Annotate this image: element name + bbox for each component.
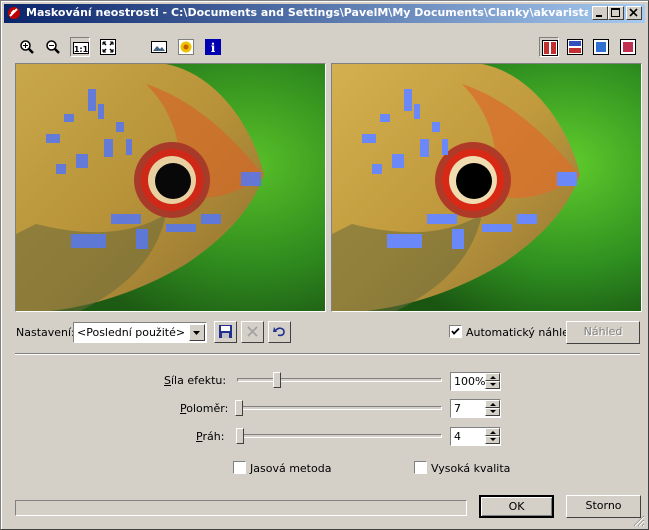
- fish-image-result: [332, 64, 641, 311]
- radius-slider-track[interactable]: [237, 406, 442, 410]
- image-button[interactable]: [149, 37, 169, 57]
- actual-size-icon: 1:1: [73, 42, 89, 54]
- strength-slider-thumb[interactable]: [273, 372, 281, 388]
- luminance-label: Jasová metoda: [250, 462, 332, 475]
- minimize-button[interactable]: [592, 6, 608, 20]
- zoom-in-icon: [20, 40, 34, 54]
- strength-label: Síla efektu:: [164, 374, 227, 387]
- dialog-window: Maskování neostrosti - C:\Documents and …: [0, 0, 649, 530]
- result-only-button[interactable]: [618, 37, 638, 57]
- threshold-slider-thumb[interactable]: [236, 428, 244, 444]
- split-horizontal-button[interactable]: [565, 37, 585, 57]
- cancel-button[interactable]: Storno: [566, 495, 641, 518]
- info-icon: i: [205, 39, 221, 55]
- progress-bar: [15, 500, 467, 516]
- combo-arrow-button[interactable]: [189, 324, 205, 341]
- split-horizontal-icon: [567, 39, 583, 55]
- strength-slider-track[interactable]: [237, 378, 442, 382]
- radius-value: 7: [454, 402, 461, 415]
- auto-preview-checkbox[interactable]: [449, 325, 462, 338]
- original-only-icon: [593, 39, 609, 55]
- original-only-button[interactable]: [591, 37, 611, 57]
- undo-icon: [273, 327, 285, 337]
- save-preset-button[interactable]: [214, 321, 237, 343]
- delete-icon: [247, 326, 258, 337]
- app-icon: [8, 7, 20, 19]
- info-label: i: [211, 41, 216, 55]
- result-only-icon: [620, 39, 636, 55]
- threshold-spin-down[interactable]: [485, 436, 500, 444]
- high-quality-label: Vysoká kvalita: [431, 462, 511, 475]
- strength-label-rest: íla efektu:: [170, 374, 227, 387]
- actual-size-label: 1:1: [74, 45, 89, 54]
- split-vertical-icon: [542, 40, 558, 56]
- flower-button[interactable]: [176, 37, 196, 57]
- luminance-checkbox[interactable]: [233, 461, 246, 474]
- radius-label: Poloměr:: [180, 402, 229, 415]
- ok-button[interactable]: OK: [479, 495, 554, 518]
- radius-label-rest: oloměr:: [186, 402, 229, 415]
- actual-size-button[interactable]: 1:1: [70, 37, 90, 57]
- zoom-in-button[interactable]: [17, 37, 37, 57]
- threshold-label: Práh:: [196, 430, 225, 443]
- close-icon: [629, 8, 638, 17]
- radius-slider-thumb[interactable]: [235, 400, 243, 416]
- radius-spin-up[interactable]: [485, 400, 500, 408]
- fit-to-window-button[interactable]: [98, 37, 118, 57]
- preset-combobox[interactable]: <Poslední použité>: [73, 322, 207, 343]
- zoom-out-button[interactable]: [43, 37, 63, 57]
- threshold-label-rest: ráh:: [202, 430, 225, 443]
- image-icon: [151, 41, 167, 53]
- zoom-out-icon: [46, 40, 60, 54]
- strength-spin-down[interactable]: [485, 381, 500, 389]
- reset-button[interactable]: [268, 321, 291, 343]
- fish-image-original: [16, 64, 325, 311]
- split-vertical-button[interactable]: [539, 37, 559, 57]
- threshold-value: 4: [454, 430, 461, 443]
- strength-spin-up[interactable]: [485, 373, 500, 381]
- strength-value: 100%: [454, 375, 486, 388]
- original-preview[interactable]: [15, 63, 326, 312]
- maximize-icon: [611, 8, 620, 17]
- flower-icon: [178, 39, 194, 55]
- auto-preview-label: Automatický náhled: [466, 326, 576, 339]
- minimize-icon: [596, 15, 602, 17]
- preview-button[interactable]: Náhled: [566, 321, 640, 344]
- fit-to-window-icon: [100, 39, 116, 55]
- maximize-button[interactable]: [608, 6, 624, 20]
- threshold-slider-track[interactable]: [237, 434, 442, 438]
- chevron-down-icon: [193, 331, 200, 335]
- info-button[interactable]: i: [203, 37, 223, 57]
- title-bar[interactable]: Maskování neostrosti - C:\Documents and …: [4, 4, 645, 23]
- threshold-spinbox[interactable]: 4: [450, 427, 501, 446]
- strength-spinbox[interactable]: 100%: [450, 372, 501, 391]
- save-icon: [219, 325, 232, 338]
- separator: [15, 353, 640, 355]
- window-title: Maskování neostrosti - C:\Documents and …: [26, 6, 588, 19]
- radius-spinbox[interactable]: 7: [450, 399, 501, 418]
- radius-spin-down[interactable]: [485, 408, 500, 416]
- preset-label: Nastavení:: [16, 326, 75, 339]
- preset-value: <Poslední použité>: [77, 326, 186, 339]
- threshold-spin-up[interactable]: [485, 428, 500, 436]
- result-preview[interactable]: [331, 63, 642, 312]
- resize-grip-icon[interactable]: [633, 515, 645, 527]
- high-quality-checkbox[interactable]: [414, 461, 427, 474]
- close-button[interactable]: [626, 6, 642, 20]
- delete-preset-button[interactable]: [241, 321, 264, 343]
- checkmark-icon: [451, 327, 460, 335]
